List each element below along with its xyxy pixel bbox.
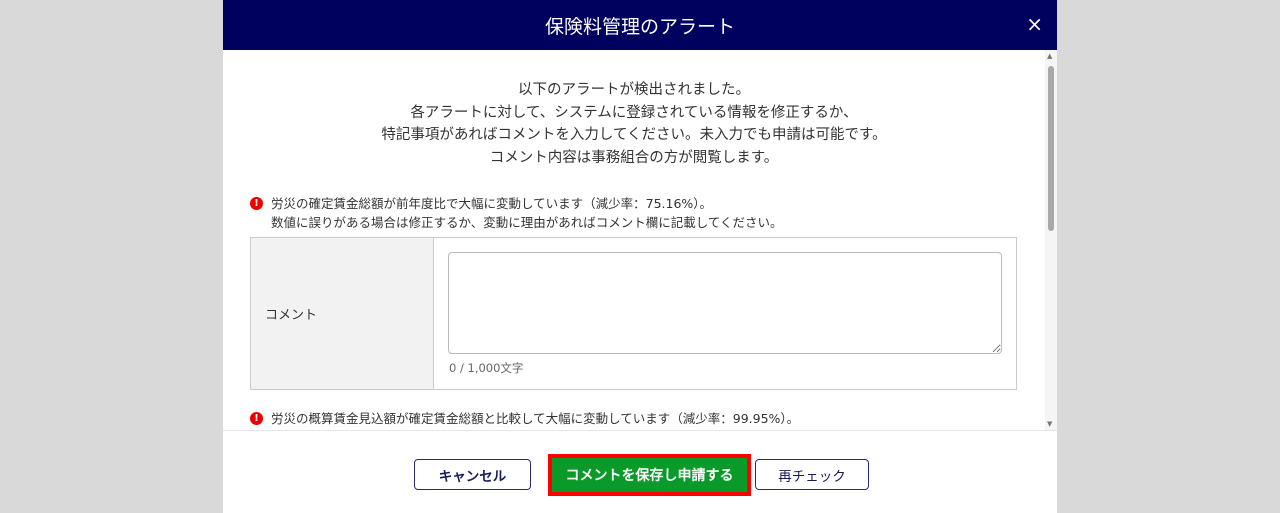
alert-message: 数値に誤りがある場合は修正するか、変動に理由があればコメント欄に記載してください… bbox=[271, 215, 783, 230]
alert-message: 労災の概算賃金見込額が確定賃金総額と比較して大幅に変動しています（減少率：99.… bbox=[271, 411, 800, 426]
scroll-up-icon[interactable]: ▲ bbox=[1047, 52, 1052, 60]
alert-item: ! 労災の確定賃金総額が前年度比で大幅に変動しています（減少率：75.16%）。… bbox=[250, 194, 783, 232]
comment-textarea[interactable] bbox=[448, 252, 1002, 354]
close-icon[interactable]: × bbox=[1026, 12, 1043, 36]
exclamation-icon: ! bbox=[250, 197, 263, 210]
dialog-footer: キャンセル コメントを保存し申請する 再チェック bbox=[223, 430, 1057, 513]
alert-dialog: 保険料管理のアラート × 以下のアラートが検出されました。 各アラートに対して、… bbox=[223, 0, 1057, 513]
save-and-submit-button[interactable]: コメントを保存し申請する bbox=[548, 454, 751, 496]
recheck-button[interactable]: 再チェック bbox=[755, 459, 869, 490]
alert-message: 労災の確定賃金総額が前年度比で大幅に変動しています（減少率：75.16%）。 bbox=[271, 196, 713, 211]
exclamation-icon: ! bbox=[250, 412, 263, 425]
dialog-body: 以下のアラートが検出されました。 各アラートに対して、システムに登録されている情… bbox=[223, 50, 1057, 430]
comment-label: コメント bbox=[251, 238, 434, 389]
intro-line: 以下のアラートが検出されました。 bbox=[518, 82, 750, 98]
intro-text: 以下のアラートが検出されました。 各アラートに対して、システムに登録されている情… bbox=[223, 79, 1045, 169]
dialog-header: 保険料管理のアラート × bbox=[223, 0, 1057, 50]
alert-item: ! 労災の概算賃金見込額が確定賃金総額と比較して大幅に変動しています（減少率：9… bbox=[250, 409, 799, 428]
comment-table: コメント 0 / 1,000文字 bbox=[250, 237, 1017, 390]
intro-line: 特記事項があればコメントを入力してください。未入力でも申請は可能です。 bbox=[381, 127, 887, 143]
scroll-down-icon[interactable]: ▼ bbox=[1047, 420, 1052, 428]
cancel-button[interactable]: キャンセル bbox=[414, 459, 531, 490]
intro-line: 各アラートに対して、システムに登録されている情報を修正するか、 bbox=[410, 104, 858, 121]
scrollbar[interactable]: ▲ ▼ bbox=[1045, 50, 1057, 430]
char-counter: 0 / 1,000文字 bbox=[449, 361, 524, 375]
scrollbar-thumb[interactable] bbox=[1048, 66, 1054, 231]
intro-line: コメント内容は事務組合の方が閲覧します。 bbox=[489, 149, 779, 166]
dialog-title: 保険料管理のアラート bbox=[544, 15, 735, 38]
